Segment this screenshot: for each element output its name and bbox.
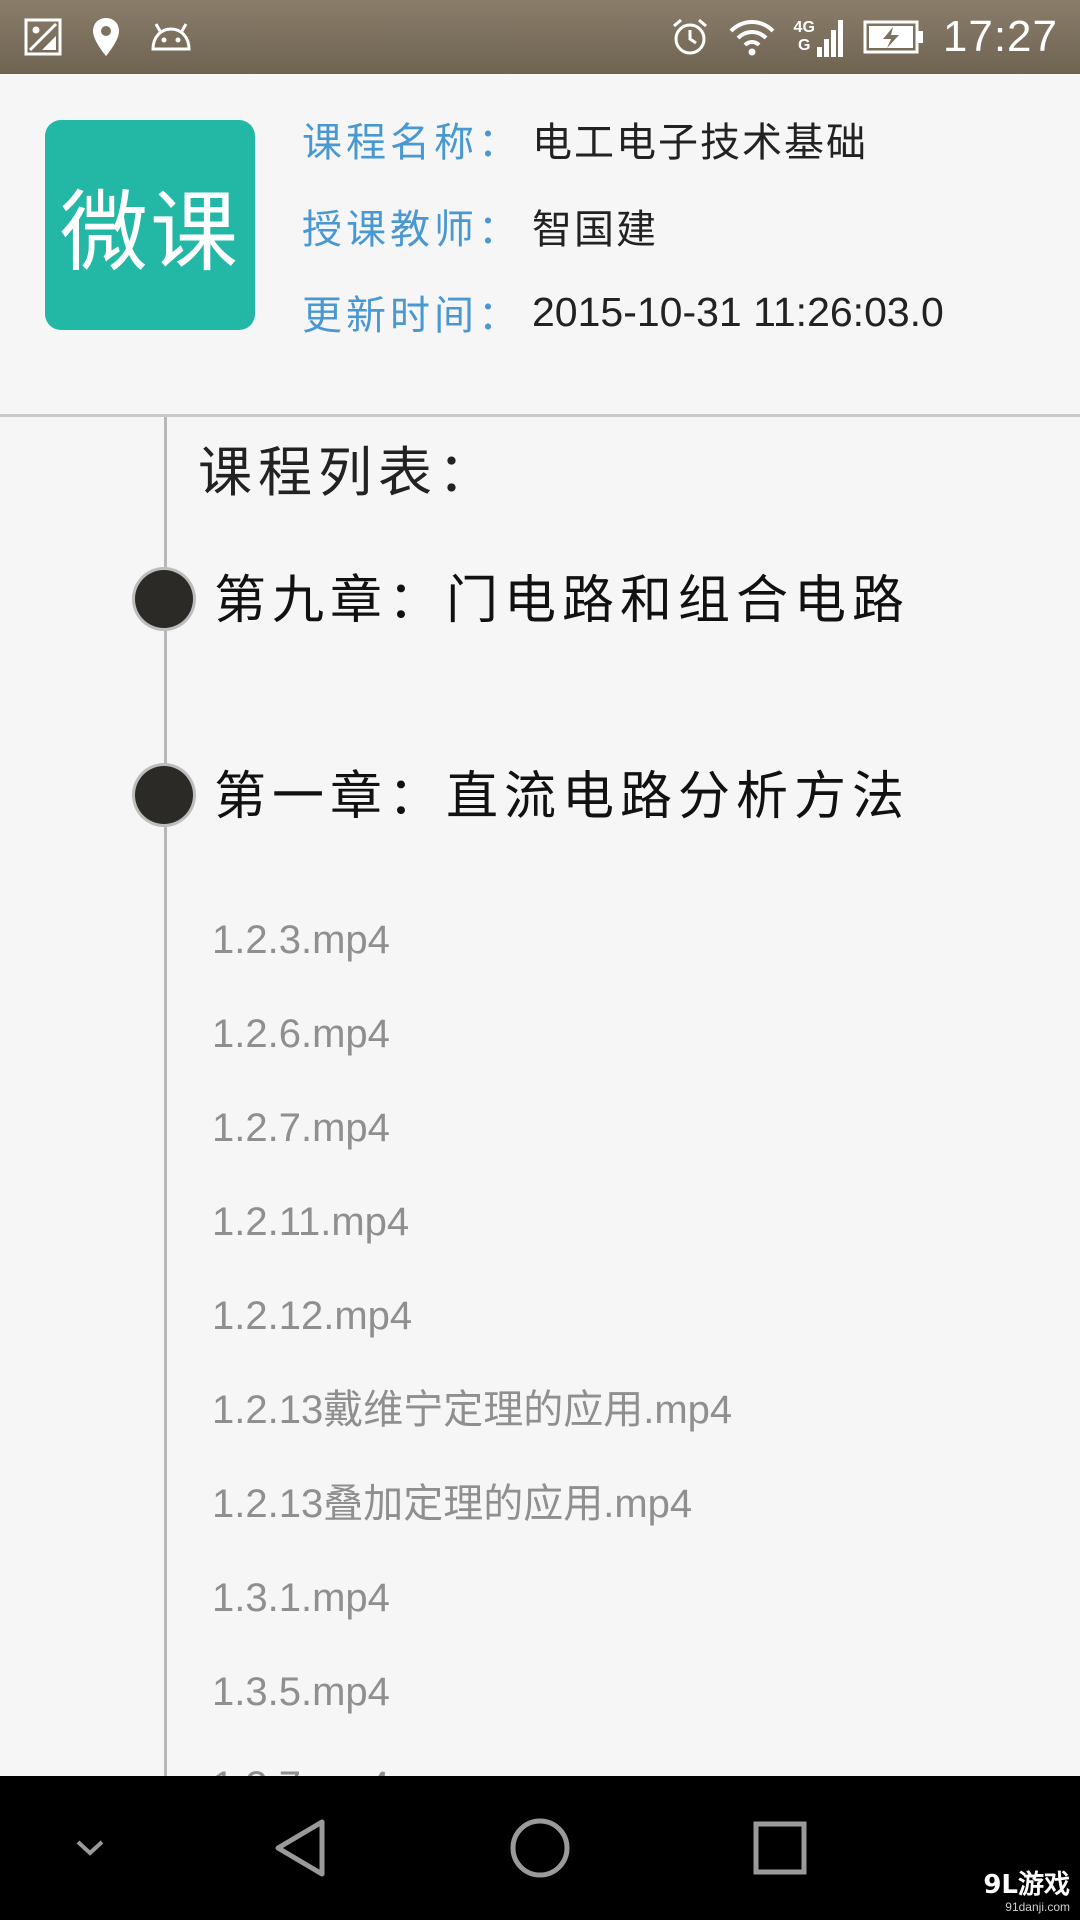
video-file-item[interactable]: 1.2.7.mp4 <box>212 1100 390 1156</box>
navigation-bar: 9L游戏 91danji.com <box>0 1776 1080 1920</box>
video-file-item[interactable]: 1.2.13叠加定理的应用.mp4 <box>212 1476 692 1532</box>
video-file-item[interactable]: 1.2.13戴维宁定理的应用.mp4 <box>212 1382 732 1438</box>
battery-charging-icon <box>863 19 925 55</box>
updated-label: 更新时间： <box>302 293 522 339</box>
android-icon <box>150 22 192 52</box>
video-file-item[interactable]: 1.2.6.mp4 <box>212 1006 390 1062</box>
wifi-icon <box>728 17 776 57</box>
watermark-main: 9L游戏 <box>983 1870 1070 1900</box>
recents-button[interactable] <box>730 1776 830 1920</box>
teacher-label: 授课教师： <box>302 207 522 253</box>
video-file-item[interactable]: 1.3.5.mp4 <box>212 1664 390 1720</box>
header-divider <box>0 414 1080 417</box>
status-bar-right: 4G G 17:27 <box>670 10 1058 64</box>
timeline-dot-icon <box>135 766 193 824</box>
collapse-button[interactable] <box>50 1776 130 1920</box>
back-button[interactable] <box>250 1776 350 1920</box>
recents-icon <box>753 1821 807 1875</box>
course-name-value: 电工电子技术基础 <box>532 120 868 166</box>
course-name-label: 课程名称： <box>302 120 522 166</box>
status-bar-left <box>24 14 192 60</box>
location-pin-icon <box>92 17 120 57</box>
timeline-dot-icon <box>135 570 193 628</box>
updated-row: 更新时间： 2015-10-31 11:26:03.0 <box>302 282 944 342</box>
signal-icon: 4G G <box>794 17 845 57</box>
network-type: 4G G <box>794 19 815 55</box>
course-header: 微课 课程名称： 电工电子技术基础 授课教师： 智国建 更新时间： 2015-1… <box>0 74 1080 414</box>
video-file-item[interactable]: 1.3.1.mp4 <box>212 1570 390 1626</box>
chapter-item[interactable]: 第一章：直流电路分析方法 <box>0 762 1080 832</box>
video-file-item[interactable]: 1.2.3.mp4 <box>212 912 390 968</box>
course-logo-text: 微课 <box>59 180 240 284</box>
back-icon <box>275 1819 325 1877</box>
chapter-title: 第一章：直流电路分析方法 <box>214 767 911 827</box>
clock-time: 17:27 <box>942 12 1058 61</box>
network-type-top: 4G <box>793 19 815 36</box>
chapter-item[interactable]: 第九章：门电路和组合电路 <box>0 566 1080 636</box>
alarm-clock-icon <box>670 17 710 57</box>
teacher-value: 智国建 <box>532 207 658 253</box>
video-file-item[interactable]: 1.2.12.mp4 <box>212 1288 412 1344</box>
status-bar: 4G G 17:27 <box>0 0 1080 74</box>
chapter-title: 第九章：门电路和组合电路 <box>214 571 911 631</box>
network-type-bottom: G <box>797 37 811 54</box>
watermark-logo: 9L游戏 91danji.com <box>983 1870 1070 1914</box>
image-icon <box>24 18 62 56</box>
course-list-title: 课程列表： <box>198 441 498 504</box>
home-icon <box>510 1818 570 1878</box>
collapse-icon <box>76 1840 104 1856</box>
app-screen: 4G G 17:27 微课 课程名称： 电工电子技术基础 授课教师： 智国建 更… <box>0 0 1080 1920</box>
video-file-item[interactable]: 1.2.11.mp4 <box>212 1194 409 1250</box>
teacher-row: 授课教师： 智国建 <box>302 196 658 256</box>
course-name-row: 课程名称： 电工电子技术基础 <box>302 109 868 169</box>
home-button[interactable] <box>490 1776 590 1920</box>
course-logo: 微课 <box>45 120 255 330</box>
updated-value: 2015-10-31 11:26:03.0 <box>532 288 944 335</box>
watermark-sub: 91danji.com <box>1005 1900 1070 1914</box>
